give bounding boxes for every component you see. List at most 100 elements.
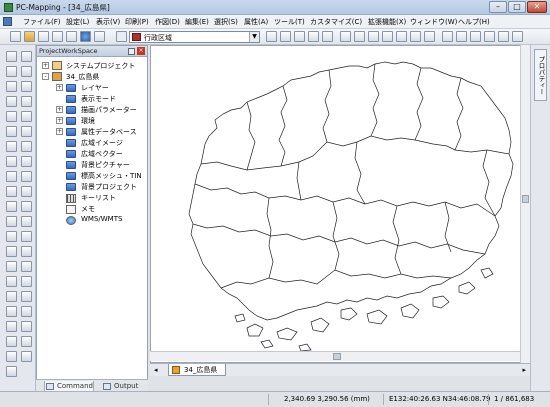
tool-icon-l12[interactable] bbox=[21, 126, 32, 137]
menu-settings[interactable]: 設定(L) bbox=[66, 17, 89, 27]
tree-item-system-project[interactable]: システムプロジェクト bbox=[66, 61, 135, 71]
tree-item-environment[interactable]: 環境 bbox=[81, 116, 95, 126]
save-all-icon[interactable] bbox=[52, 31, 63, 42]
chevron-down-icon[interactable]: ▼ bbox=[249, 32, 259, 42]
maximize-button[interactable]: □ bbox=[508, 1, 526, 13]
tool-icon-l11[interactable] bbox=[6, 126, 17, 137]
tab-scroll-right-icon[interactable]: ▸ bbox=[522, 366, 526, 374]
tool-icon-l33[interactable] bbox=[6, 291, 17, 302]
globe-icon[interactable] bbox=[80, 31, 91, 42]
tool-icon-18[interactable] bbox=[512, 31, 523, 42]
tool-icon-3[interactable] bbox=[294, 31, 305, 42]
tool-icon-l15[interactable] bbox=[6, 156, 17, 167]
zoom-out-icon[interactable] bbox=[21, 81, 32, 92]
menu-window[interactable]: ウィンドウ(W) bbox=[410, 17, 457, 27]
menu-edit[interactable]: 編集(E) bbox=[185, 17, 209, 27]
pan-tool-icon[interactable] bbox=[6, 66, 17, 77]
tool-icon-l35[interactable] bbox=[6, 306, 17, 317]
tool-icon-14[interactable] bbox=[456, 31, 467, 42]
tool-icon-l24[interactable] bbox=[21, 216, 32, 227]
tool-icon-16[interactable] bbox=[484, 31, 495, 42]
new-icon[interactable] bbox=[10, 31, 21, 42]
pin-icon[interactable] bbox=[128, 48, 135, 55]
tool-icon-l18[interactable] bbox=[21, 171, 32, 182]
tool-icon-13[interactable] bbox=[442, 31, 453, 42]
zoom-window-icon[interactable] bbox=[6, 96, 17, 107]
tree-item-display-mode[interactable]: 表示モード bbox=[81, 94, 116, 104]
expand-icon[interactable]: + bbox=[56, 128, 63, 135]
vertical-scrollbar[interactable] bbox=[520, 45, 530, 363]
tool-icon-12[interactable] bbox=[424, 31, 435, 42]
horizontal-scroll-thumb[interactable] bbox=[333, 353, 341, 360]
tool-icon-l36[interactable] bbox=[21, 306, 32, 317]
layer-icon[interactable] bbox=[116, 31, 127, 42]
undo-icon[interactable] bbox=[21, 51, 32, 62]
minimize-button[interactable]: – bbox=[489, 1, 507, 13]
menu-file[interactable]: ファイル(F) bbox=[23, 17, 61, 27]
tree-item-wide-image[interactable]: 広域イメージ bbox=[81, 138, 123, 148]
tool-icon-7[interactable] bbox=[354, 31, 365, 42]
window-icon[interactable] bbox=[94, 31, 105, 42]
tree-item-memo[interactable]: メモ bbox=[81, 204, 95, 214]
close-button[interactable]: ✕ bbox=[527, 1, 547, 13]
tool-icon-l38[interactable] bbox=[21, 321, 32, 332]
tool-icon-l28[interactable] bbox=[21, 246, 32, 257]
tree-item-elevation-mesh[interactable]: 標高メッシュ・TIN bbox=[81, 171, 142, 181]
tool-icon-2[interactable] bbox=[280, 31, 291, 42]
tree-item-background-project[interactable]: 背景プロジェクト bbox=[81, 182, 137, 192]
tool-icon-1[interactable] bbox=[266, 31, 277, 42]
tool-icon-l19[interactable] bbox=[6, 186, 17, 197]
menu-draw[interactable]: 作図(D) bbox=[155, 17, 180, 27]
tool-icon-9[interactable] bbox=[382, 31, 393, 42]
tree-item-layer[interactable]: レイヤー bbox=[81, 83, 109, 93]
menu-tools[interactable]: ツール(T) bbox=[274, 17, 305, 27]
tree-item-background-picture[interactable]: 背景ピクチャー bbox=[81, 160, 130, 170]
tool-icon-l41[interactable] bbox=[6, 351, 17, 362]
tool-icon-l32[interactable] bbox=[21, 276, 32, 287]
tool-icon-8[interactable] bbox=[368, 31, 379, 42]
expand-icon[interactable]: + bbox=[56, 106, 63, 113]
tool-icon-l26[interactable] bbox=[21, 231, 32, 242]
tool-icon-l14[interactable] bbox=[21, 141, 32, 152]
menu-extensions[interactable]: 拡張機能(X) bbox=[368, 17, 406, 27]
vertical-scroll-thumb[interactable] bbox=[522, 195, 529, 203]
tool-icon-l31[interactable] bbox=[6, 276, 17, 287]
menu-customize[interactable]: カスタマイズ(C) bbox=[310, 17, 362, 27]
tool-icon-l23[interactable] bbox=[6, 216, 17, 227]
document-icon[interactable] bbox=[3, 17, 12, 26]
zoom-all-icon[interactable] bbox=[21, 96, 32, 107]
tree-item-wide-vector[interactable]: 広域ベクター bbox=[81, 149, 123, 159]
tool-icon-l21[interactable] bbox=[6, 201, 17, 212]
expand-icon[interactable]: + bbox=[56, 84, 63, 91]
tool-icon-l29[interactable] bbox=[6, 261, 17, 272]
tree-item-wms[interactable]: WMS/WMTS bbox=[81, 215, 122, 223]
tool-icon-15[interactable] bbox=[470, 31, 481, 42]
menu-print[interactable]: 印刷(P) bbox=[125, 17, 149, 27]
map-view[interactable] bbox=[150, 45, 530, 363]
tool-icon-4[interactable] bbox=[308, 31, 319, 42]
panel-close-icon[interactable]: × bbox=[137, 47, 145, 55]
tab-properties[interactable]: プロパティー bbox=[534, 49, 547, 101]
tool-icon-l40[interactable] bbox=[21, 336, 32, 347]
tool-icon-l30[interactable] bbox=[21, 261, 32, 272]
menu-select[interactable]: 選択(S) bbox=[214, 17, 238, 27]
horizontal-scrollbar[interactable] bbox=[150, 351, 520, 361]
tool-icon-l17[interactable] bbox=[6, 171, 17, 182]
tool-icon-17[interactable] bbox=[498, 31, 509, 42]
tree-item-key-list[interactable]: キーリスト bbox=[81, 193, 116, 203]
tool-icon-11[interactable] bbox=[410, 31, 421, 42]
collapse-icon[interactable]: - bbox=[42, 73, 49, 80]
grid-icon[interactable] bbox=[66, 31, 77, 42]
menu-help[interactable]: ヘルプ(H) bbox=[458, 17, 490, 27]
refresh-icon[interactable] bbox=[6, 111, 17, 122]
tool-icon-l39[interactable] bbox=[6, 336, 17, 347]
menu-attribute[interactable]: 属性(A) bbox=[244, 17, 268, 27]
redo-icon[interactable] bbox=[21, 66, 32, 77]
tool-icon-l27[interactable] bbox=[6, 246, 17, 257]
layer-combo[interactable]: 行政区域 ▼ bbox=[129, 31, 260, 43]
tab-scroll-left-icon[interactable]: ◂ bbox=[154, 366, 158, 374]
tool-icon-5[interactable] bbox=[322, 31, 333, 42]
tool-icon-l20[interactable] bbox=[21, 186, 32, 197]
save-icon[interactable] bbox=[38, 31, 49, 42]
tool-icon-6[interactable] bbox=[340, 31, 351, 42]
